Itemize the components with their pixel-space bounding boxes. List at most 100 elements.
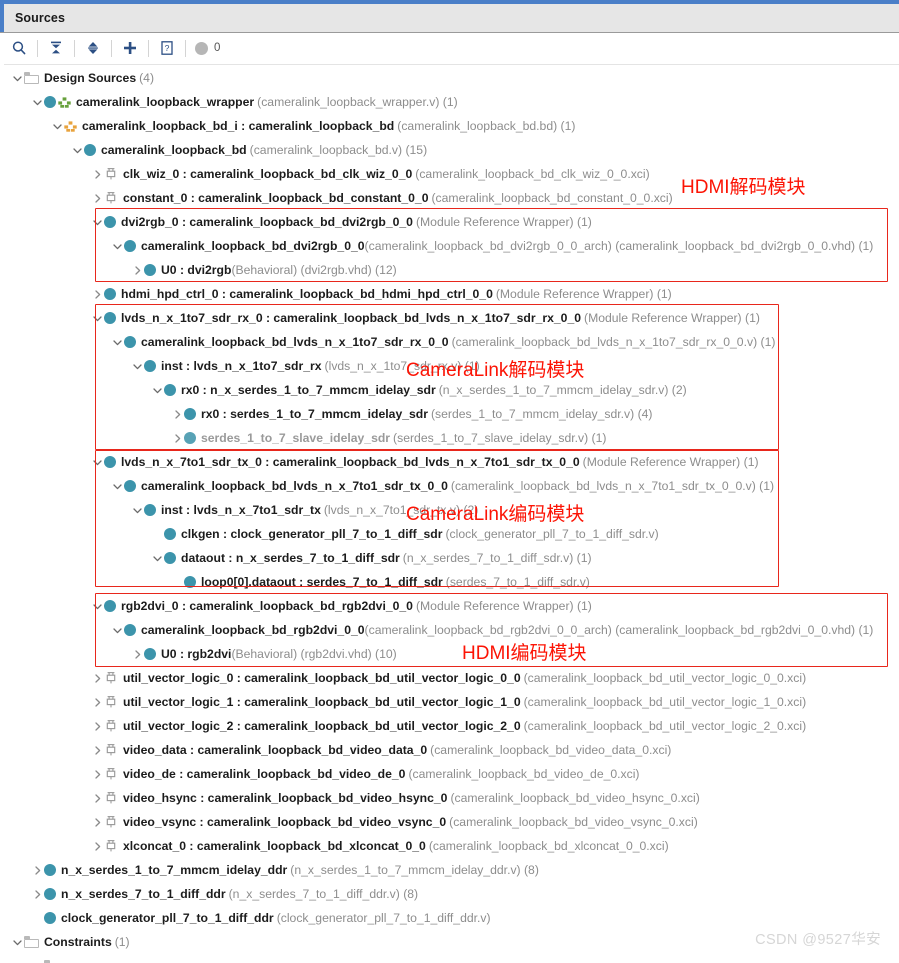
tree-row[interactable]: Design Sources (4) — [4, 66, 899, 90]
expand-collapse-icon[interactable] — [78, 35, 108, 61]
tree-row-detail: (cameralink_loopback_bd_util_vector_logi… — [523, 719, 807, 733]
tree-row-detail: (n_x_serdes_1_to_7_mmcm_idelay_ddr.v) (8… — [290, 863, 539, 877]
module-circle-icon — [184, 408, 196, 420]
tree-row[interactable]: lvds_n_x_1to7_sdr_rx_0 : cameralink_loop… — [4, 306, 899, 330]
chevron-right-icon[interactable] — [90, 191, 104, 205]
chevron-right-icon[interactable] — [170, 407, 184, 421]
tree-row[interactable]: util_vector_logic_1 : cameralink_loopbac… — [4, 690, 899, 714]
tree-row-detail: (clock_generator_pll_7_to_1_diff_sdr.v) — [445, 527, 659, 541]
tree-row[interactable]: cameralink_loopback_bd_i : cameralink_lo… — [4, 114, 899, 138]
collapse-all-icon[interactable] — [41, 35, 71, 61]
tree-row-detail: (n_x_serdes_7_to_1_diff_sdr.v) (1) — [402, 551, 592, 565]
chevron-down-icon[interactable] — [30, 95, 44, 109]
chevron-right-icon[interactable] — [130, 647, 144, 661]
tree-row-detail: (cameralink_loopback_bd_video_data_0.xci… — [430, 743, 672, 757]
chevron-right-icon[interactable] — [90, 167, 104, 181]
tree-row-detail: (serdes_7_to_1_diff_sdr.v) — [445, 575, 590, 589]
help-doc-icon[interactable]: ? — [152, 35, 182, 61]
tree-row[interactable]: video_data : cameralink_loopback_bd_vide… — [4, 738, 899, 762]
chevron-right-icon[interactable] — [30, 887, 44, 901]
tree-row-detail: (Module Reference Wrapper) (1) — [584, 311, 760, 325]
toolbar-divider — [148, 39, 149, 57]
chevron-down-icon[interactable] — [10, 71, 24, 85]
module-circle-icon — [184, 576, 196, 588]
chevron-down-icon[interactable] — [110, 335, 124, 349]
chevron-right-icon[interactable] — [30, 863, 44, 877]
tree-row[interactable]: video_de : cameralink_loopback_bd_video_… — [4, 762, 899, 786]
tree-row[interactable]: cameralink_loopback_bd_dvi2rgb_0_0 (camer… — [4, 234, 899, 258]
chevron-down-icon[interactable] — [90, 311, 104, 325]
chevron-down-icon[interactable] — [110, 479, 124, 493]
tree-row-label: video_data : cameralink_loopback_bd_vide… — [123, 743, 428, 757]
tree-row-label: util_vector_logic_0 : cameralink_loopbac… — [123, 671, 521, 685]
toolbar-divider — [74, 39, 75, 57]
tree-row[interactable]: util_vector_logic_2 : cameralink_loopbac… — [4, 714, 899, 738]
add-sources-icon[interactable] — [115, 35, 145, 61]
chevron-down-icon[interactable] — [130, 359, 144, 373]
chevron-right-icon[interactable] — [90, 767, 104, 781]
tree-row[interactable]: serdes_1_to_7_slave_idelay_sdr (serdes_1_… — [4, 426, 899, 450]
tree-row[interactable]: video_vsync : cameralink_loopback_bd_vid… — [4, 810, 899, 834]
tree-row-label: serdes_1_to_7_slave_idelay_sdr — [201, 431, 391, 445]
chevron-right-icon[interactable] — [90, 791, 104, 805]
chevron-down-icon[interactable] — [130, 503, 144, 517]
chevron-right-icon[interactable] — [90, 719, 104, 733]
chevron-right-icon[interactable] — [90, 743, 104, 757]
chevron-down-icon[interactable] — [90, 599, 104, 613]
chevron-down-icon[interactable] — [50, 119, 64, 133]
tree-row-detail: (cameralink_loopback_bd_util_vector_logi… — [523, 671, 807, 685]
module-circle-icon — [164, 384, 176, 396]
tree-row[interactable]: clock_generator_pll_7_to_1_diff_ddr (cloc… — [4, 906, 899, 930]
chevron-down-icon[interactable] — [90, 215, 104, 229]
chevron-down-icon[interactable] — [110, 623, 124, 637]
sources-panel: Sources ? 0 Design Sources (4) cameralin… — [0, 0, 899, 963]
chevron-down-icon[interactable] — [110, 239, 124, 253]
tree-row[interactable]: cameralink_loopback_bd_lvds_n_x_7to1_sdr… — [4, 474, 899, 498]
chevron-down-icon[interactable] — [150, 383, 164, 397]
tree-row[interactable] — [4, 954, 899, 963]
toolbar-divider — [111, 39, 112, 57]
module-circle-icon — [144, 504, 156, 516]
tree-row-label: Design Sources — [44, 71, 137, 85]
chevron-right-icon[interactable] — [90, 839, 104, 853]
chevron-down-icon[interactable] — [30, 959, 44, 963]
tree-row[interactable]: cameralink_loopback_wrapper (cameralink_l… — [4, 90, 899, 114]
chevron-right-icon[interactable] — [90, 695, 104, 709]
tree-row[interactable]: U0 : dvi2rgb (Behavioral) (dvi2rgb.vhd) (… — [4, 258, 899, 282]
tree-row[interactable]: lvds_n_x_7to1_sdr_tx_0 : cameralink_loop… — [4, 450, 899, 474]
tree-row-label: cameralink_loopback_bd_rgb2dvi_0_0 — [141, 623, 365, 637]
tree-row[interactable]: cameralink_loopback_bd (cameralink_loopba… — [4, 138, 899, 162]
chevron-right-icon[interactable] — [90, 287, 104, 301]
chevron-down-icon[interactable] — [10, 935, 24, 949]
tree-row[interactable]: dvi2rgb_0 : cameralink_loopback_bd_dvi2r… — [4, 210, 899, 234]
module-circle-icon — [124, 336, 136, 348]
ip-core-icon — [104, 815, 118, 829]
tree-row[interactable]: U0 : rgb2dvi (Behavioral) (rgb2dvi.vhd) (… — [4, 642, 899, 666]
tree-row[interactable]: rgb2dvi_0 : cameralink_loopback_bd_rgb2d… — [4, 594, 899, 618]
tree-row[interactable]: video_hsync : cameralink_loopback_bd_vid… — [4, 786, 899, 810]
tree-row[interactable]: hdmi_hpd_ctrl_0 : cameralink_loopback_bd… — [4, 282, 899, 306]
tree-row[interactable]: loop0[0].dataout : serdes_7_to_1_diff_sd… — [4, 570, 899, 594]
tree-row[interactable]: xlconcat_0 : cameralink_loopback_bd_xlco… — [4, 834, 899, 858]
tree-row-label: rgb2dvi_0 : cameralink_loopback_bd_rgb2d… — [121, 599, 413, 613]
chevron-right-icon[interactable] — [90, 815, 104, 829]
chevron-right-icon[interactable] — [90, 671, 104, 685]
folder-icon — [24, 936, 39, 948]
chevron-down-icon[interactable] — [150, 551, 164, 565]
chevron-right-icon[interactable] — [130, 263, 144, 277]
module-circle-icon — [104, 312, 116, 324]
tree-row[interactable]: dataout : n_x_serdes_7_to_1_diff_sdr (n_x… — [4, 546, 899, 570]
chevron-down-icon[interactable] — [90, 455, 104, 469]
tree-row[interactable]: rx0 : serdes_1_to_7_mmcm_idelay_sdr (serd… — [4, 402, 899, 426]
panel-titlebar: Sources — [0, 0, 899, 32]
chevron-down-icon[interactable] — [70, 143, 84, 157]
tree-row-label: hdmi_hpd_ctrl_0 : cameralink_loopback_bd… — [121, 287, 493, 301]
tree-row[interactable]: cameralink_loopback_bd_rgb2dvi_0_0 (camer… — [4, 618, 899, 642]
search-icon[interactable] — [4, 35, 34, 61]
tree-row-detail: (cameralink_loopback_bd_video_vsync_0.xc… — [449, 815, 698, 829]
chevron-right-icon[interactable] — [170, 431, 184, 445]
tree-row[interactable]: n_x_serdes_7_to_1_diff_ddr (n_x_serdes_7_… — [4, 882, 899, 906]
tree-row[interactable]: cameralink_loopback_bd_lvds_n_x_1to7_sdr… — [4, 330, 899, 354]
tree-row[interactable]: util_vector_logic_0 : cameralink_loopbac… — [4, 666, 899, 690]
tree-row[interactable]: n_x_serdes_1_to_7_mmcm_idelay_ddr (n_x_se… — [4, 858, 899, 882]
